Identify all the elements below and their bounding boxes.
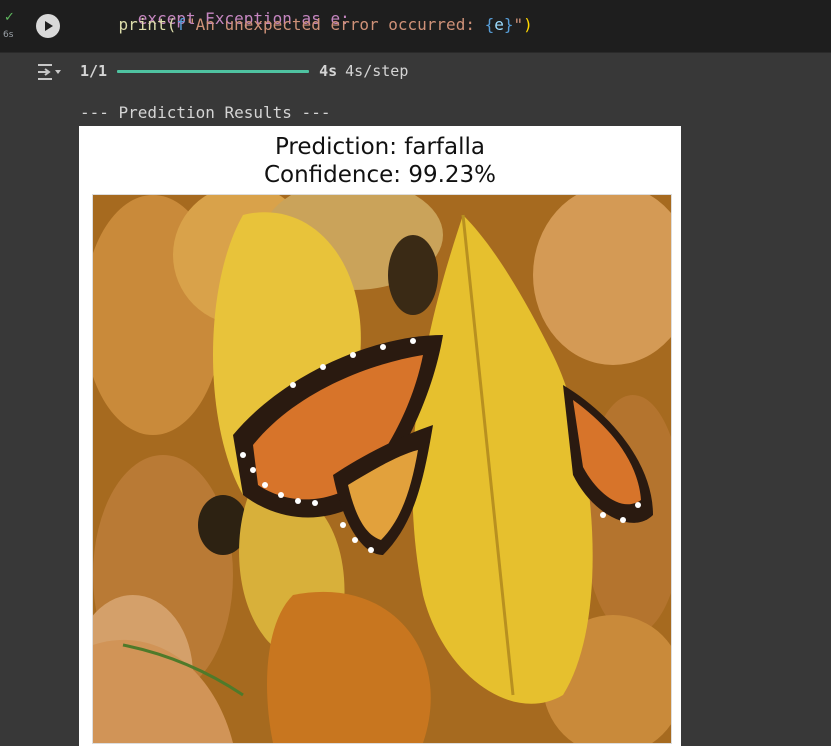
progress-bar — [117, 69, 310, 73]
butterfly-photo — [92, 194, 672, 744]
results-header: --- Prediction Results --- — [80, 103, 331, 122]
code-close-paren: ) — [523, 15, 533, 34]
run-cell-button[interactable] — [36, 14, 60, 38]
code-editor[interactable]: except Exception as e: print(f"An unexpe… — [80, 0, 820, 52]
code-string-end: " — [513, 15, 524, 34]
output-actions-icon[interactable] — [36, 61, 64, 83]
figure-title-confidence: Confidence: 99.23% — [263, 162, 497, 188]
cell-gutter: ✓ 6s — [0, 0, 22, 52]
code-brace-close: } — [503, 15, 514, 34]
prediction-figure: Prediction: farfalla Confidence: 99.23% — [79, 126, 681, 746]
code-var: e — [494, 15, 504, 34]
code-cell[interactable]: ✓ 6s except Exception as e: print(f"An u… — [0, 0, 831, 53]
progress-step: 1/1 — [80, 62, 108, 80]
code-brace-open: { — [484, 15, 495, 34]
figure-title-prediction: Prediction: farfalla — [274, 134, 486, 160]
code-print: print( — [80, 15, 177, 34]
code-line: print(f"An unexpected error occurred: {e… — [80, 14, 533, 35]
progress-row: 1/1 4s 4s/step — [80, 60, 408, 82]
play-icon — [45, 21, 53, 31]
code-string: "An unexpected error occurred: — [185, 15, 485, 34]
total-time: 4s — [319, 62, 338, 80]
code-fstring-prefix: f — [176, 15, 186, 34]
execution-time: 6s — [3, 30, 14, 40]
check-icon: ✓ — [4, 10, 15, 25]
step-time: 4s/step — [345, 62, 409, 80]
